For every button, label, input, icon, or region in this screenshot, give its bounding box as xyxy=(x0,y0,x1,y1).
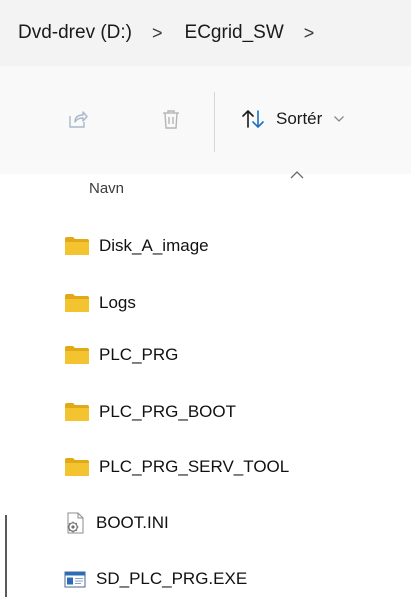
file-name: PLC_PRG_BOOT xyxy=(99,402,236,421)
column-header-name[interactable]: Navn xyxy=(89,180,124,197)
sort-label: Sortér xyxy=(276,109,323,128)
sort-arrows-icon xyxy=(242,110,264,128)
sort-ascending-caret-icon xyxy=(290,171,304,179)
file-name: Logs xyxy=(99,293,136,312)
trash-icon[interactable] xyxy=(159,107,183,131)
ini-settings-file-icon xyxy=(67,512,84,534)
sort-button[interactable]: Sortér xyxy=(240,103,345,135)
list-item[interactable]: PLC_PRG_BOOT xyxy=(64,397,236,427)
list-item[interactable]: PLC_PRG_SERV_TOOL xyxy=(64,452,289,482)
folder-icon xyxy=(65,294,89,312)
file-name: Disk_A_image xyxy=(99,236,209,255)
folder-icon xyxy=(65,403,89,421)
exe-application-icon xyxy=(64,571,86,588)
file-name: PLC_PRG xyxy=(99,345,179,364)
navigation-pane-edge xyxy=(5,515,7,597)
command-bar xyxy=(0,66,411,174)
toolbar-divider xyxy=(214,92,215,152)
file-name: BOOT.INI xyxy=(96,513,169,532)
list-item[interactable]: Logs xyxy=(64,288,136,318)
share-icon[interactable] xyxy=(66,107,90,131)
chevron-down-icon xyxy=(334,116,345,122)
list-item[interactable]: BOOT.INI xyxy=(64,508,169,538)
folder-icon xyxy=(65,458,89,476)
list-item[interactable]: PLC_PRG xyxy=(64,340,178,370)
folder-icon xyxy=(65,346,89,364)
list-item[interactable]: Disk_A_image xyxy=(64,231,209,261)
breadcrumb-item-drive[interactable]: Dvd-drev (D:) xyxy=(18,22,132,44)
list-item[interactable]: SD_PLC_PRG.EXE xyxy=(64,564,247,594)
file-name: PLC_PRG_SERV_TOOL xyxy=(99,457,290,476)
folder-icon xyxy=(65,237,89,255)
breadcrumb-item-folder[interactable]: ECgrid_SW xyxy=(185,22,284,44)
breadcrumb-separator[interactable]: > xyxy=(304,23,315,44)
breadcrumb: Dvd-drev (D:) > ECgrid_SW > xyxy=(0,0,411,66)
file-name: SD_PLC_PRG.EXE xyxy=(96,569,248,588)
breadcrumb-separator[interactable]: > xyxy=(152,23,163,44)
